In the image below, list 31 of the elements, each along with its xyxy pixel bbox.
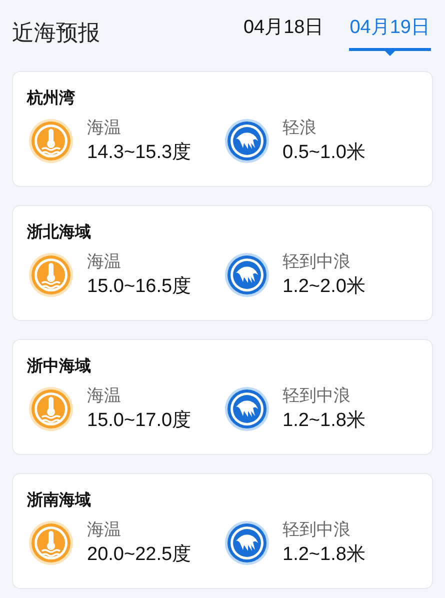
region-name: 浙北海域 [27,222,92,243]
metric-label: 轻到中浪 [282,251,352,273]
thermometer-icon [27,251,75,299]
metric-value: 15.0~16.5度 [87,275,192,299]
metric-label: 海温 [87,519,122,541]
metric-label: 轻到中浪 [282,519,352,541]
wave-icon [222,385,270,433]
metric-label: 海温 [87,251,122,273]
region-name: 浙南海域 [27,490,92,511]
page-title: 近海预报 [12,18,100,46]
region-name: 杭州湾 [27,88,76,109]
date-tab[interactable]: 04月18日 [242,8,325,56]
thermometer-icon [27,385,75,433]
wave-icon [222,519,270,567]
metric-value: 0.5~1.0米 [282,141,366,165]
metric-value: 14.3~15.3度 [87,141,192,165]
metric-label: 轻到中浪 [282,385,352,407]
date-tab[interactable]: 04月19日 [348,8,431,56]
wave-icon [222,251,270,299]
metric-value: 15.0~17.0度 [87,409,192,433]
metric-label: 海温 [87,385,122,407]
thermometer-icon [27,117,75,165]
wave-icon [222,117,270,165]
thermometer-icon [27,519,75,567]
metric-value: 1.2~2.0米 [282,275,366,299]
metric-value: 1.2~1.8米 [282,543,366,567]
region-name: 浙中海域 [27,356,92,377]
metric-value: 1.2~1.8米 [282,409,366,433]
metric-label: 轻浪 [282,117,318,139]
metric-value: 20.0~22.5度 [87,543,192,567]
metric-label: 海温 [87,117,122,139]
